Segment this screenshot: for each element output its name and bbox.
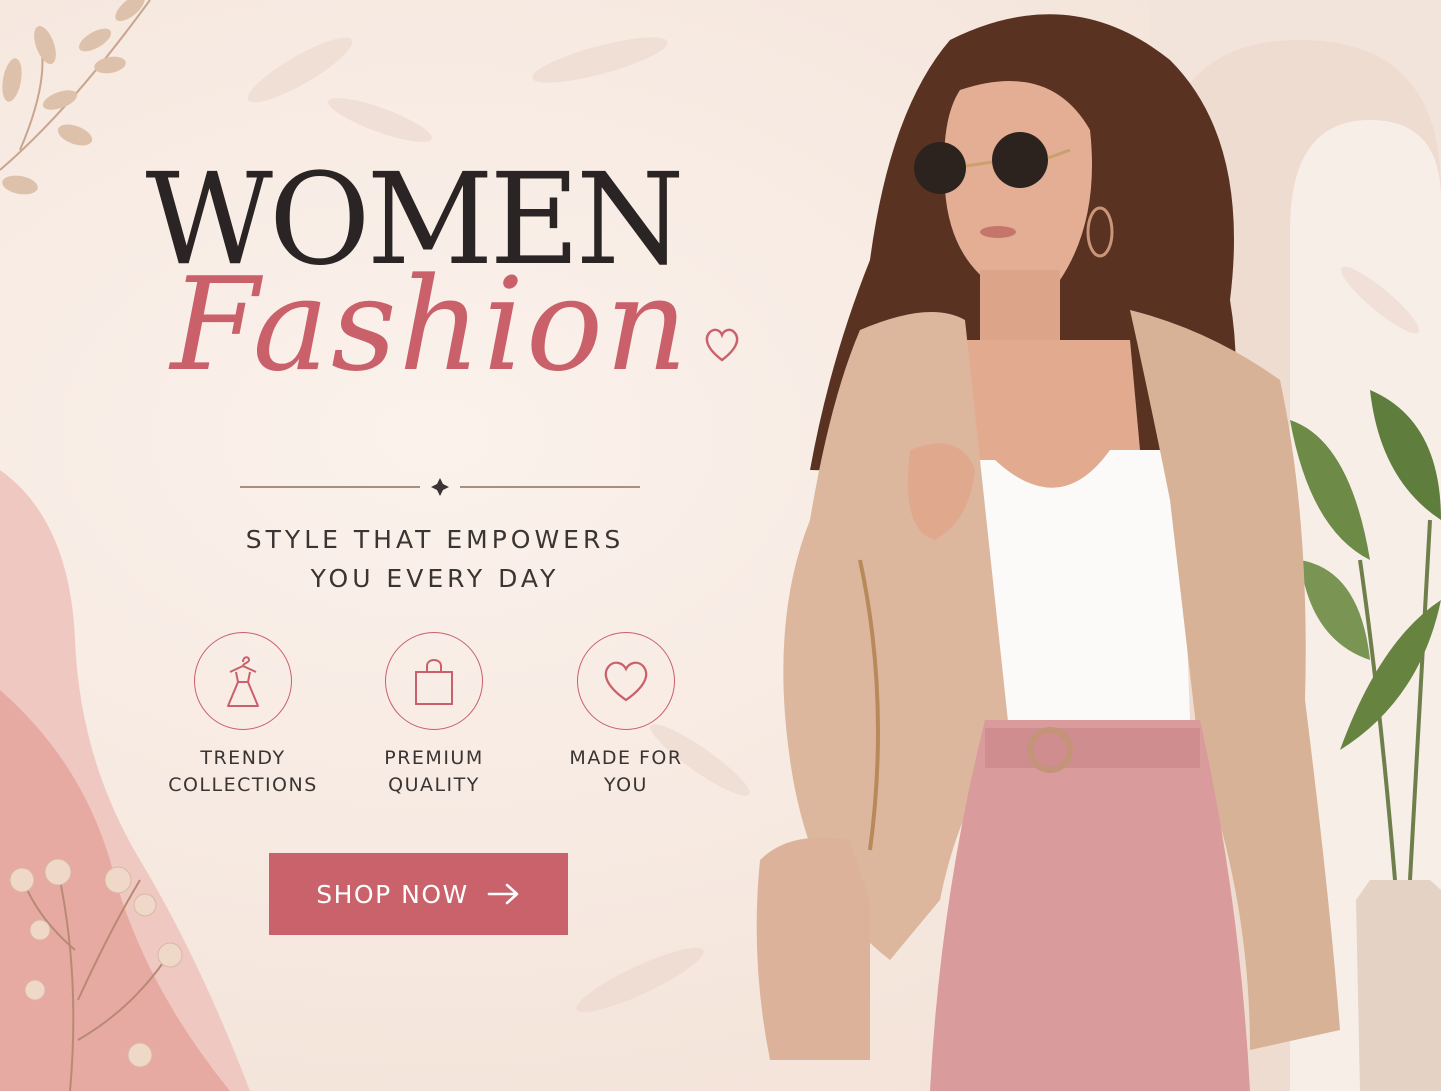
shopping-bag-icon bbox=[415, 659, 453, 705]
feature-label-line-2: COLLECTIONS bbox=[168, 774, 318, 796]
feature-circle bbox=[385, 632, 483, 730]
model-illustration bbox=[756, 14, 1340, 1091]
trousers bbox=[930, 720, 1250, 1091]
feature-label: TRENDY COLLECTIONS bbox=[153, 745, 333, 799]
belt bbox=[985, 728, 1200, 768]
tagline-line-1: STYLE THAT EMPOWERS bbox=[245, 525, 625, 554]
feature-trendy: TRENDY COLLECTIONS bbox=[153, 632, 333, 799]
dress-hanger-icon bbox=[227, 656, 259, 707]
heart-icon bbox=[604, 661, 648, 702]
feature-premium: PREMIUM QUALITY bbox=[344, 632, 524, 799]
feature-label-line-2: QUALITY bbox=[388, 774, 480, 796]
shop-now-button[interactable]: SHOP NOW bbox=[269, 853, 568, 935]
shop-now-label: SHOP NOW bbox=[316, 879, 469, 909]
arrow-right-icon bbox=[487, 883, 519, 905]
feature-label-line-2: YOU bbox=[604, 774, 648, 796]
white-top bbox=[980, 450, 1190, 720]
divider-star bbox=[240, 478, 640, 496]
feature-label-line-1: PREMIUM bbox=[384, 747, 484, 769]
feature-circle bbox=[194, 632, 292, 730]
feature-label: MADE FOR YOU bbox=[536, 745, 716, 799]
handbag bbox=[756, 837, 870, 1060]
feature-made-for-you: MADE FOR YOU bbox=[536, 632, 716, 799]
branch-top-left bbox=[0, 0, 151, 171]
tagline: STYLE THAT EMPOWERS YOU EVERY DAY bbox=[180, 520, 690, 598]
heart-outline-icon bbox=[705, 328, 739, 362]
feature-circle bbox=[577, 632, 675, 730]
feature-label-line-1: MADE FOR bbox=[569, 747, 683, 769]
feature-label: PREMIUM QUALITY bbox=[344, 745, 524, 799]
feature-label-line-1: TRENDY bbox=[200, 747, 286, 769]
fashion-banner: WOMEN Fashion STYLE THAT EMPOWERS YOU EV… bbox=[0, 0, 1441, 1091]
lips bbox=[980, 226, 1016, 238]
title-fashion: Fashion bbox=[170, 251, 690, 400]
tagline-line-2: YOU EVERY DAY bbox=[310, 564, 560, 593]
